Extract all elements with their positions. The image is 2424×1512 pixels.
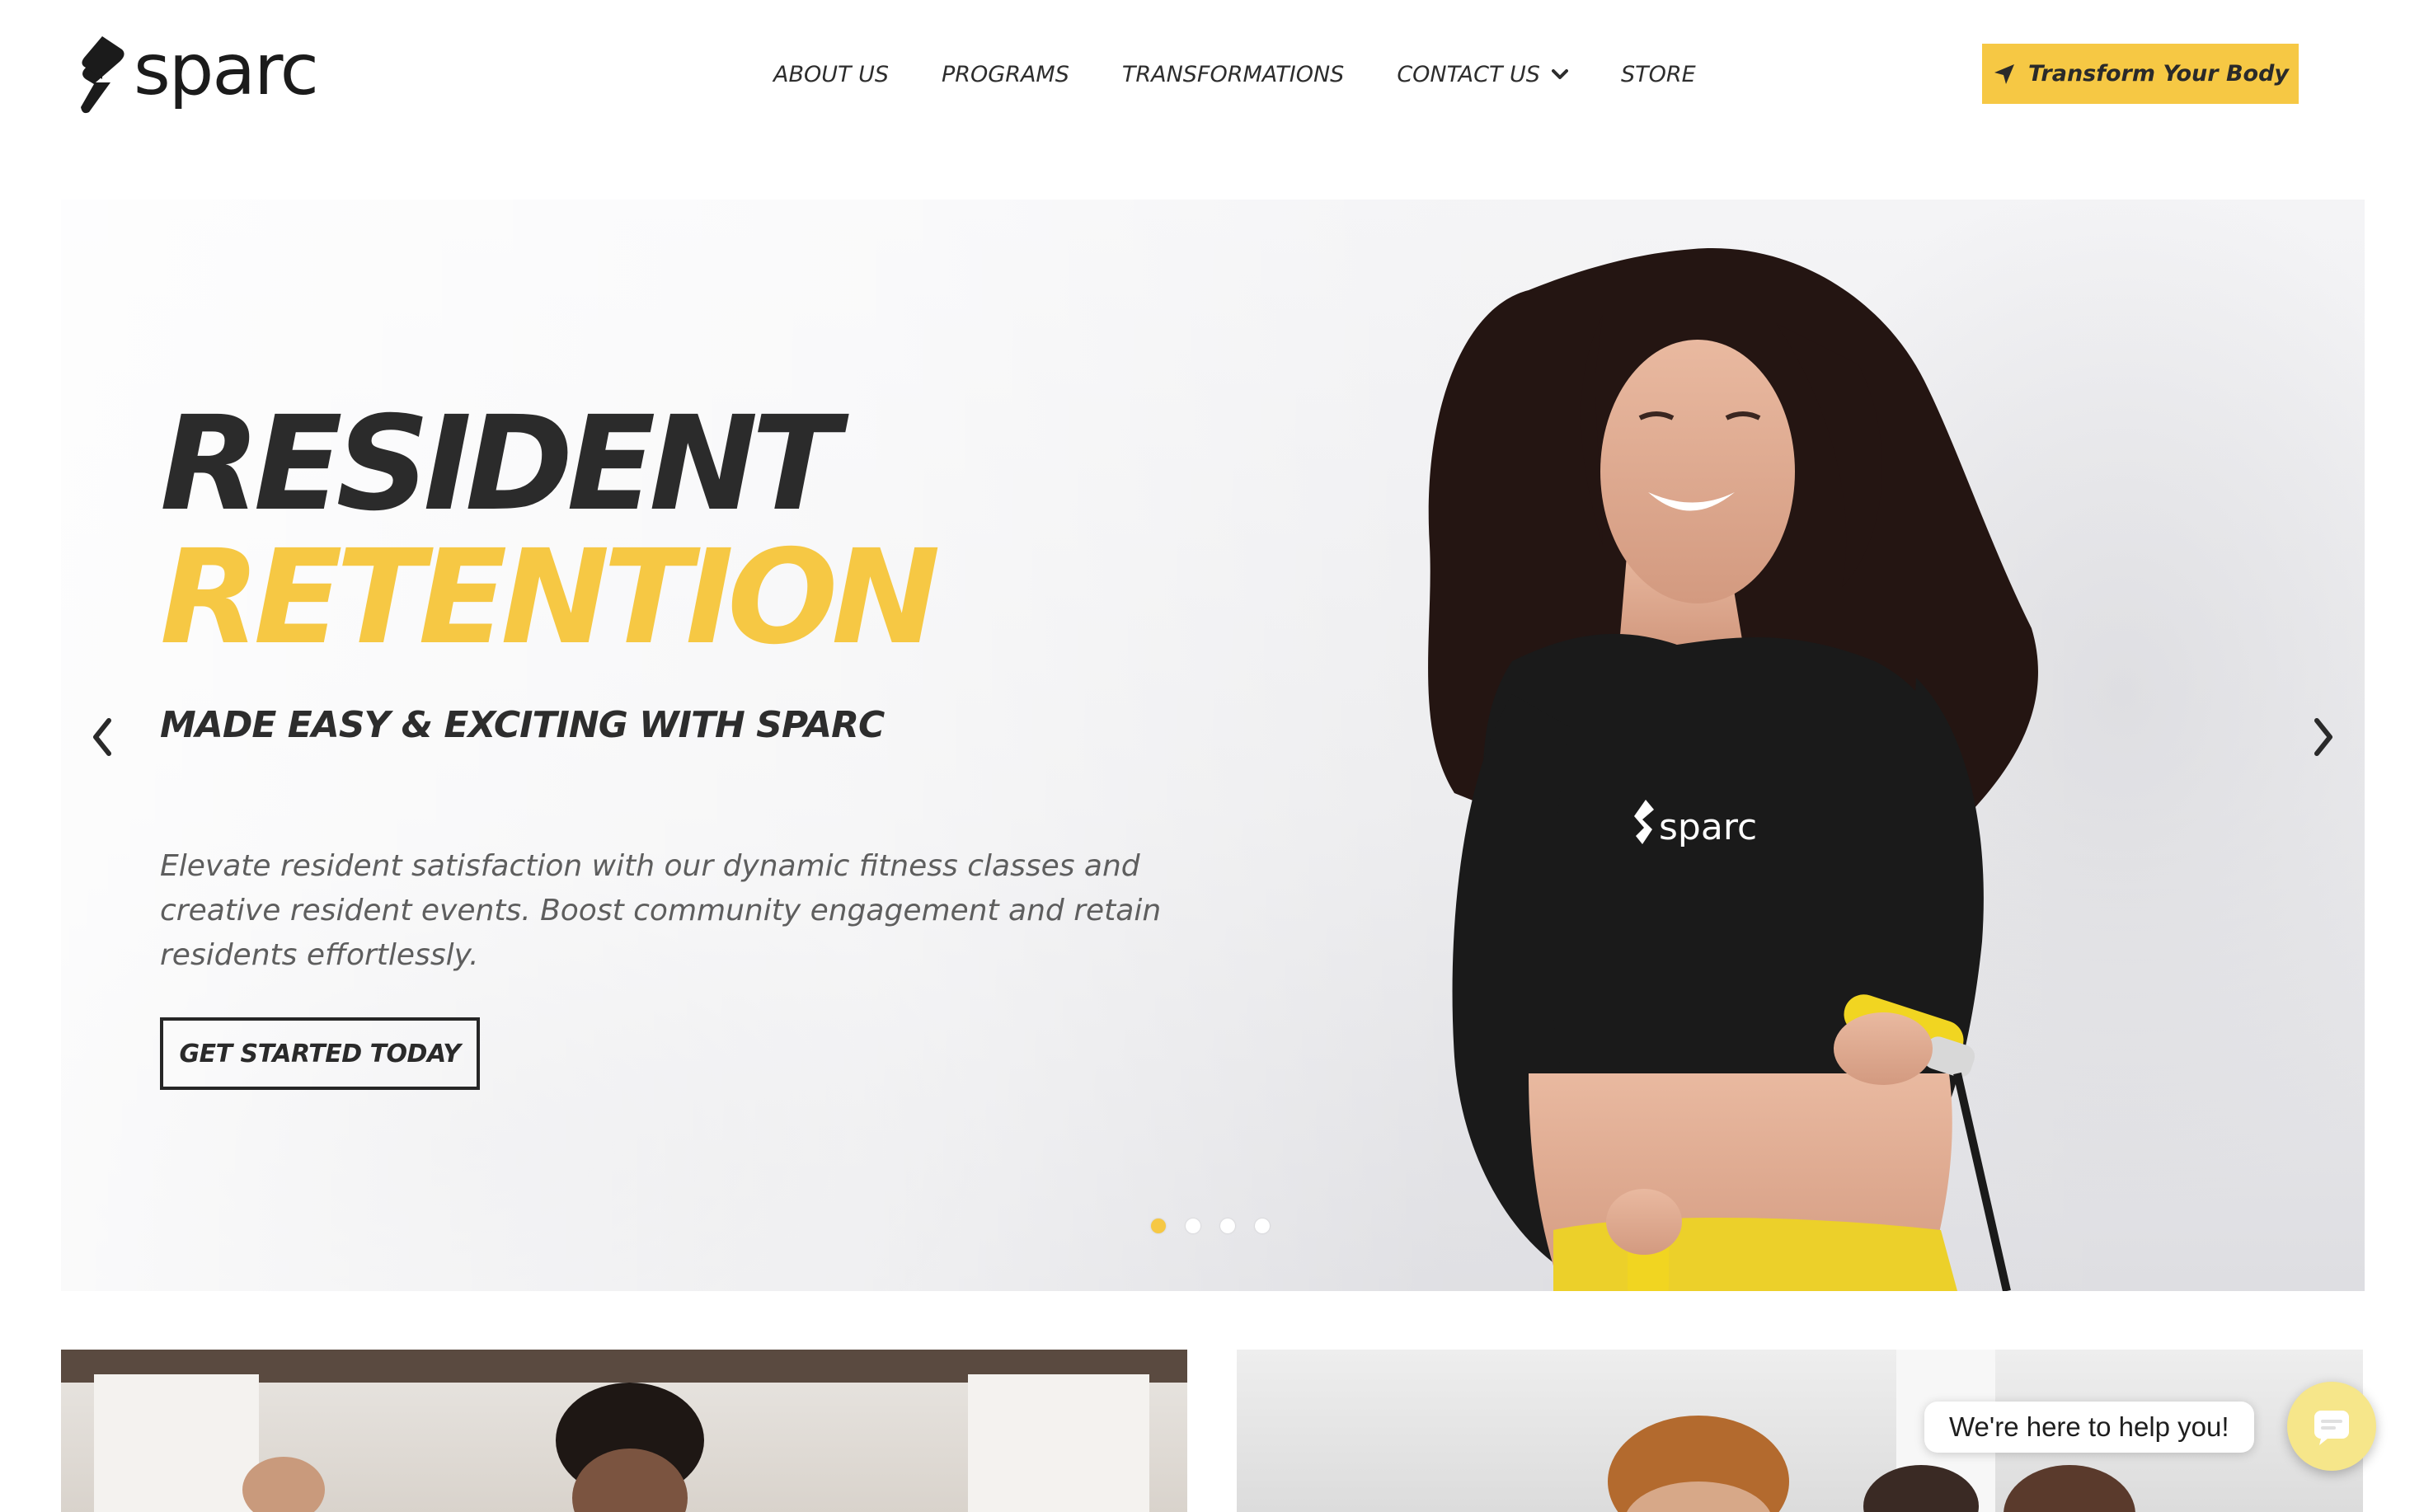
nav-transformations[interactable]: TRANSFORMATIONS bbox=[1122, 62, 1344, 87]
slider-next-arrow-icon[interactable] bbox=[2307, 712, 2340, 762]
slider-pagination bbox=[1151, 1219, 1290, 1233]
hero-title-line2: RETENTION bbox=[160, 522, 941, 674]
chat-launcher-button[interactable] bbox=[2287, 1382, 2376, 1471]
hero-title: RESIDENT RETENTION bbox=[160, 388, 941, 674]
logo-wordmark: sparc bbox=[134, 29, 319, 111]
nav-about-us[interactable]: ABOUT US bbox=[773, 62, 889, 87]
program-card-left[interactable] bbox=[61, 1350, 1187, 1512]
nav-contact-us-label: CONTACT US bbox=[1397, 61, 1540, 87]
chat-greeting-bubble[interactable]: We're here to help you! bbox=[1924, 1402, 2254, 1453]
main-nav: ABOUT US PROGRAMS TRANSFORMATIONS CONTAC… bbox=[773, 56, 1696, 92]
nav-transformations-label: TRANSFORMATIONS bbox=[1121, 61, 1345, 87]
nav-about-us-label: ABOUT US bbox=[773, 61, 889, 87]
nav-store-label: STORE bbox=[1620, 61, 1696, 87]
sparc-logo-mark-icon bbox=[81, 36, 124, 114]
nav-programs[interactable]: PROGRAMS bbox=[942, 62, 1069, 87]
nav-contact-us[interactable]: CONTACT US bbox=[1397, 62, 1568, 87]
get-started-label: GET STARTED TODAY bbox=[179, 1039, 461, 1068]
chat-greeting-text: We're here to help you! bbox=[1949, 1411, 2229, 1442]
slider-dot-3[interactable] bbox=[1220, 1219, 1235, 1233]
slider-dot-4[interactable] bbox=[1255, 1219, 1270, 1233]
shirt-logo-text: sparc bbox=[1659, 806, 1757, 848]
nav-programs-label: PROGRAMS bbox=[941, 61, 1069, 87]
slider-dot-2[interactable] bbox=[1186, 1219, 1200, 1233]
transform-your-body-button[interactable]: Transform Your Body bbox=[1982, 44, 2299, 104]
slider-dot-1[interactable] bbox=[1151, 1219, 1166, 1233]
slider-prev-arrow-icon[interactable] bbox=[86, 712, 119, 762]
get-started-button[interactable]: GET STARTED TODAY bbox=[160, 1017, 480, 1090]
transform-your-body-label: Transform Your Body bbox=[2027, 61, 2290, 87]
group-fitness-photo bbox=[61, 1350, 1187, 1512]
sparc-logo[interactable]: sparc bbox=[78, 31, 333, 117]
chat-icon bbox=[2314, 1411, 2349, 1445]
nav-store[interactable]: STORE bbox=[1621, 62, 1696, 87]
hero-subtitle: MADE EASY & EXCITING WITH SPARC bbox=[160, 704, 885, 746]
site-header: sparc ABOUT US PROGRAMS TRANSFORMATIONS … bbox=[0, 0, 2424, 157]
hero-slider: sparc RESIDENT RETENTION MADE EASY & EXC… bbox=[61, 200, 2365, 1291]
hero-title-line1: RESIDENT bbox=[160, 388, 840, 540]
location-arrow-icon bbox=[1994, 63, 2014, 84]
hero-description: Elevate resident satisfaction with our d… bbox=[160, 849, 1162, 972]
chevron-down-icon bbox=[1551, 69, 1568, 79]
